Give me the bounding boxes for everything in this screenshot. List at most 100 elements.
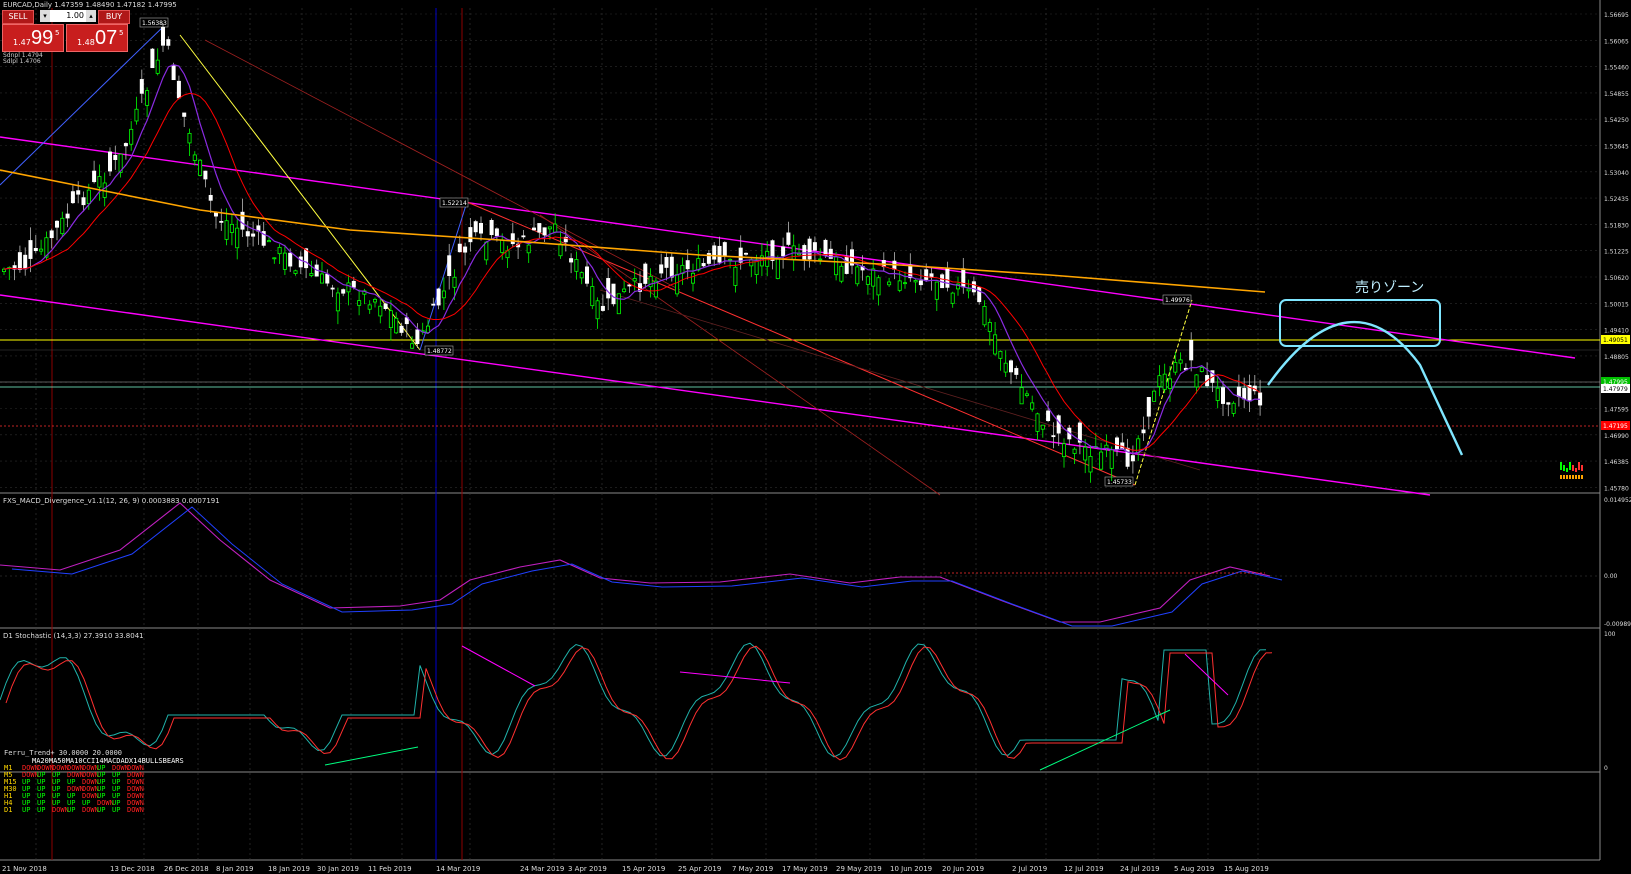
lot-decrease-button[interactable]: ▾ <box>40 10 50 22</box>
price-tick: 1.53645 <box>1604 144 1629 151</box>
candle-body <box>383 303 388 310</box>
candle-body <box>150 48 155 69</box>
window-title: EURCAD,Daily 1.47359 1.48490 1.47182 1.4… <box>3 1 177 9</box>
candle-body <box>266 240 271 243</box>
strength-bar <box>1566 468 1568 472</box>
one-click-trade-panel: SELL ▾ 1.00 ▴ BUY 1.47 99 5 1.48 07 5 <box>2 10 130 52</box>
candle-body <box>553 223 558 233</box>
candle-body <box>807 238 812 260</box>
candle-body <box>971 281 976 293</box>
candle-body <box>712 245 717 260</box>
grid-lines <box>0 0 1601 861</box>
strength-bar <box>1569 462 1571 470</box>
candle-body <box>818 258 823 261</box>
strength-bar <box>1563 475 1565 479</box>
strength-bar <box>1560 462 1562 470</box>
candle-body <box>415 329 420 345</box>
macd-tick: 0.0149524 <box>1604 497 1631 504</box>
candle-body <box>622 288 627 293</box>
candle-body <box>55 220 60 228</box>
candle-body <box>473 221 478 233</box>
price-tick: 1.52435 <box>1604 196 1629 203</box>
sell-zone-label: 売りゾーン <box>1355 280 1424 296</box>
price-tick: 1.54250 <box>1604 117 1629 124</box>
candle-body <box>357 300 362 306</box>
price-chart[interactable]: 1.563831.522141.487721.499761.45733売りゾーン <box>0 17 1600 496</box>
candle-body <box>1030 402 1035 410</box>
buy-label-button[interactable]: BUY <box>98 10 130 24</box>
candle-body <box>298 256 303 268</box>
candle-body <box>526 244 531 254</box>
candle-body <box>510 233 515 245</box>
candle-body <box>341 289 346 294</box>
candle-body <box>993 334 998 355</box>
sell-label-button[interactable]: SELL <box>2 10 34 24</box>
date-label: 25 Apr 2019 <box>678 865 721 873</box>
candle-body <box>1199 367 1204 372</box>
candle-body <box>410 343 415 349</box>
candle-body <box>844 256 849 274</box>
candle-body <box>600 305 605 311</box>
lot-increase-button[interactable]: ▴ <box>86 10 96 22</box>
date-label: 21 Nov 2018 <box>2 865 47 873</box>
candle-body <box>60 217 65 235</box>
candle-body <box>145 90 150 106</box>
date-label: 8 Jan 2019 <box>216 865 254 873</box>
candle-body <box>1019 387 1024 405</box>
candle-body <box>325 273 330 284</box>
candle-body <box>616 293 621 315</box>
trend-rows: M1 DOWN DOWN DOWN DOWN DOWN UP DOWN DOWN M5 DOWN UP… <box>4 765 184 814</box>
date-label: 10 Jun 2019 <box>890 865 932 873</box>
candle-body <box>251 233 256 237</box>
date-label: 7 May 2019 <box>732 865 773 873</box>
candle-body <box>1189 339 1194 361</box>
trend-cell: DOWN <box>82 806 99 814</box>
candle-body <box>977 287 982 303</box>
buy-price-button[interactable]: 1.48 07 5 <box>66 24 128 52</box>
candle-body <box>1215 387 1220 401</box>
candle-body <box>865 276 870 285</box>
candle-body <box>378 305 383 317</box>
candle-body <box>425 325 430 333</box>
candle-body <box>887 281 892 286</box>
candle-body <box>574 259 579 272</box>
date-label: 15 Aug 2019 <box>1224 865 1269 873</box>
candle-body <box>744 252 749 255</box>
stoch-main-line <box>0 642 1267 758</box>
candle-body <box>876 277 881 296</box>
candle-body <box>1236 386 1241 397</box>
candle-body <box>1141 429 1146 434</box>
date-label: 24 Mar 2019 <box>520 865 564 873</box>
trend-cell: UP <box>112 806 121 814</box>
candle-body <box>351 280 356 288</box>
candle-body <box>632 277 637 282</box>
candle-body <box>1146 397 1151 417</box>
candle-body <box>192 154 197 161</box>
candle-body <box>961 268 966 288</box>
candle-body <box>113 154 118 160</box>
candle-body <box>81 197 86 206</box>
candle-body <box>33 248 38 252</box>
sell-price-button[interactable]: 1.47 99 5 <box>2 24 64 52</box>
candle-body <box>123 143 128 147</box>
strength-bar <box>1566 475 1568 479</box>
candle-body <box>934 281 939 300</box>
candle-body <box>229 223 234 233</box>
candle-body <box>1109 449 1114 469</box>
chart-canvas[interactable]: 1.563831.522141.487721.499761.45733売りゾーン… <box>0 0 1631 874</box>
lot-size-input[interactable]: 1.00 <box>50 10 86 22</box>
candle-body <box>431 303 436 306</box>
candle-body <box>23 254 28 270</box>
date-label: 3 Apr 2019 <box>568 865 607 873</box>
candle-body <box>489 219 494 236</box>
candle-body <box>685 260 690 270</box>
candle-body <box>945 267 950 288</box>
candle-body <box>171 64 176 81</box>
candle-body <box>1062 443 1067 458</box>
candle-body <box>1072 448 1077 454</box>
price-tick: 1.45780 <box>1604 485 1629 492</box>
candle-body <box>441 290 446 299</box>
price-tick: 1.54855 <box>1604 91 1629 98</box>
candle-body <box>1088 456 1093 473</box>
candle-body <box>918 280 923 286</box>
